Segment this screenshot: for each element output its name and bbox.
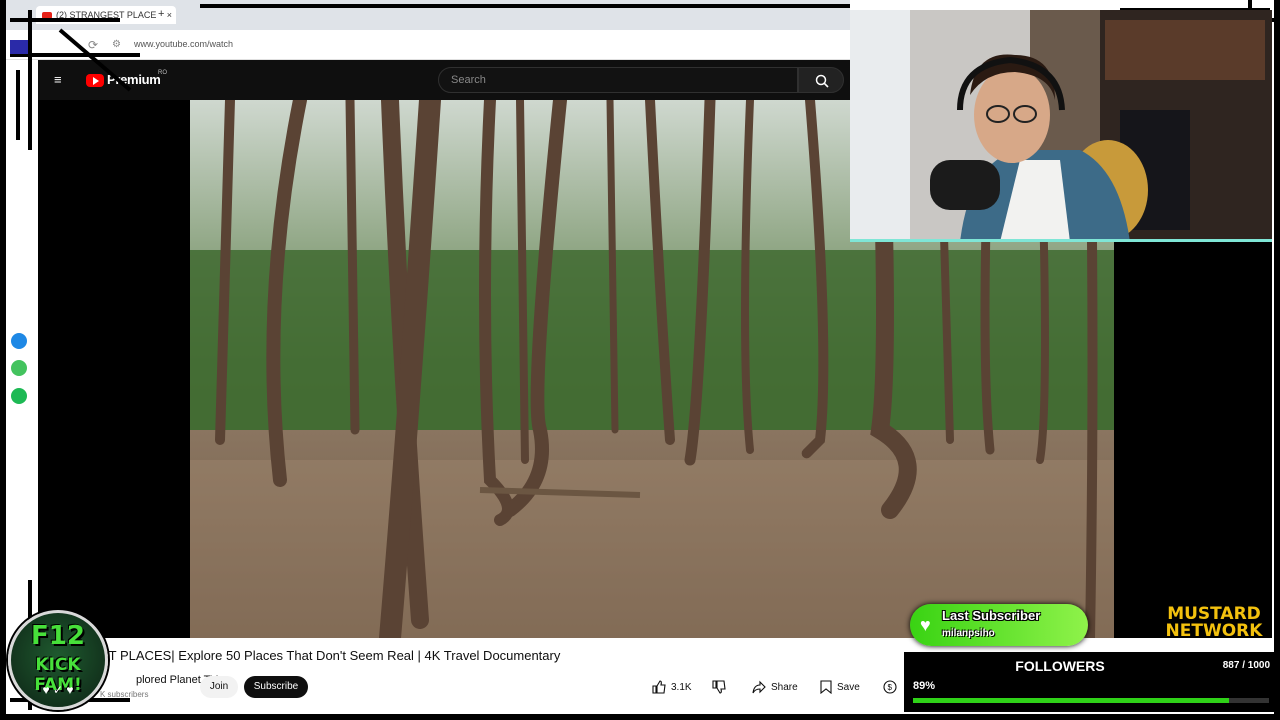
webcam-scene: [850, 10, 1272, 239]
followers-progress-fill: [913, 698, 1229, 703]
subscribe-button[interactable]: Subscribe: [244, 676, 308, 698]
followers-label: FOLLOWERS: [1015, 658, 1105, 674]
dislike-button[interactable]: [712, 676, 726, 698]
followers-percent: 89%: [913, 680, 936, 692]
like-count: 3.1K: [671, 681, 692, 693]
followers-count: 887 / 1000: [1222, 660, 1270, 671]
share-label: Share: [771, 681, 798, 693]
thanks-button[interactable]: $: [883, 676, 897, 698]
spotify-icon[interactable]: [11, 388, 27, 404]
overlay-frame-top: [200, 4, 850, 8]
search-icon: [815, 74, 829, 88]
mustard-network-logo: MUSTARD NETWORK: [1154, 606, 1274, 644]
messenger-icon[interactable]: [11, 333, 27, 349]
streamer-webcam: [850, 10, 1272, 242]
heart-icon: ♥: [920, 615, 931, 635]
brand-line-2: NETWORK: [1165, 621, 1263, 641]
badge-hearts-icon: ♥ ✓ ♥: [42, 683, 74, 697]
join-button[interactable]: Join: [200, 676, 238, 698]
svg-text:$: $: [888, 683, 893, 692]
thumbs-down-icon: [712, 680, 726, 694]
f12-kick-fam-badge: F12 KICK FAM! ♥ ✓ ♥: [8, 610, 108, 710]
whatsapp-icon[interactable]: [11, 360, 27, 376]
thumbs-up-icon: [652, 680, 666, 694]
followers-progress-track: [913, 698, 1269, 703]
search-button[interactable]: [798, 67, 844, 93]
share-icon: [752, 680, 766, 694]
search-input[interactable]: Search: [438, 67, 798, 93]
save-button[interactable]: Save: [820, 676, 860, 698]
last-subscriber-name: milanpsiho: [942, 628, 995, 639]
thanks-icon: $: [883, 680, 897, 694]
share-button[interactable]: Share: [752, 676, 798, 698]
last-subscriber-banner: ♥ Last Subscriber milanpsiho: [910, 604, 1088, 646]
followers-goal-widget: FOLLOWERS 887 / 1000 89%: [904, 652, 1276, 712]
bookmark-icon: [820, 680, 832, 694]
badge-line-1: F12: [31, 621, 85, 651]
save-label: Save: [837, 681, 860, 693]
stream-layout: (2) STRANGEST PLACE × + ⟳ ⚙ www.youtube.…: [0, 0, 1280, 720]
overlay-circuit-decoration-top-left: [10, 10, 140, 150]
video-title: ST PLACES| Explore 50 Places That Don't …: [100, 648, 561, 663]
overlay-frame-bottom: [0, 714, 1280, 720]
like-button[interactable]: 3.1K: [652, 676, 692, 698]
last-subscriber-label: Last Subscriber: [942, 608, 1041, 623]
